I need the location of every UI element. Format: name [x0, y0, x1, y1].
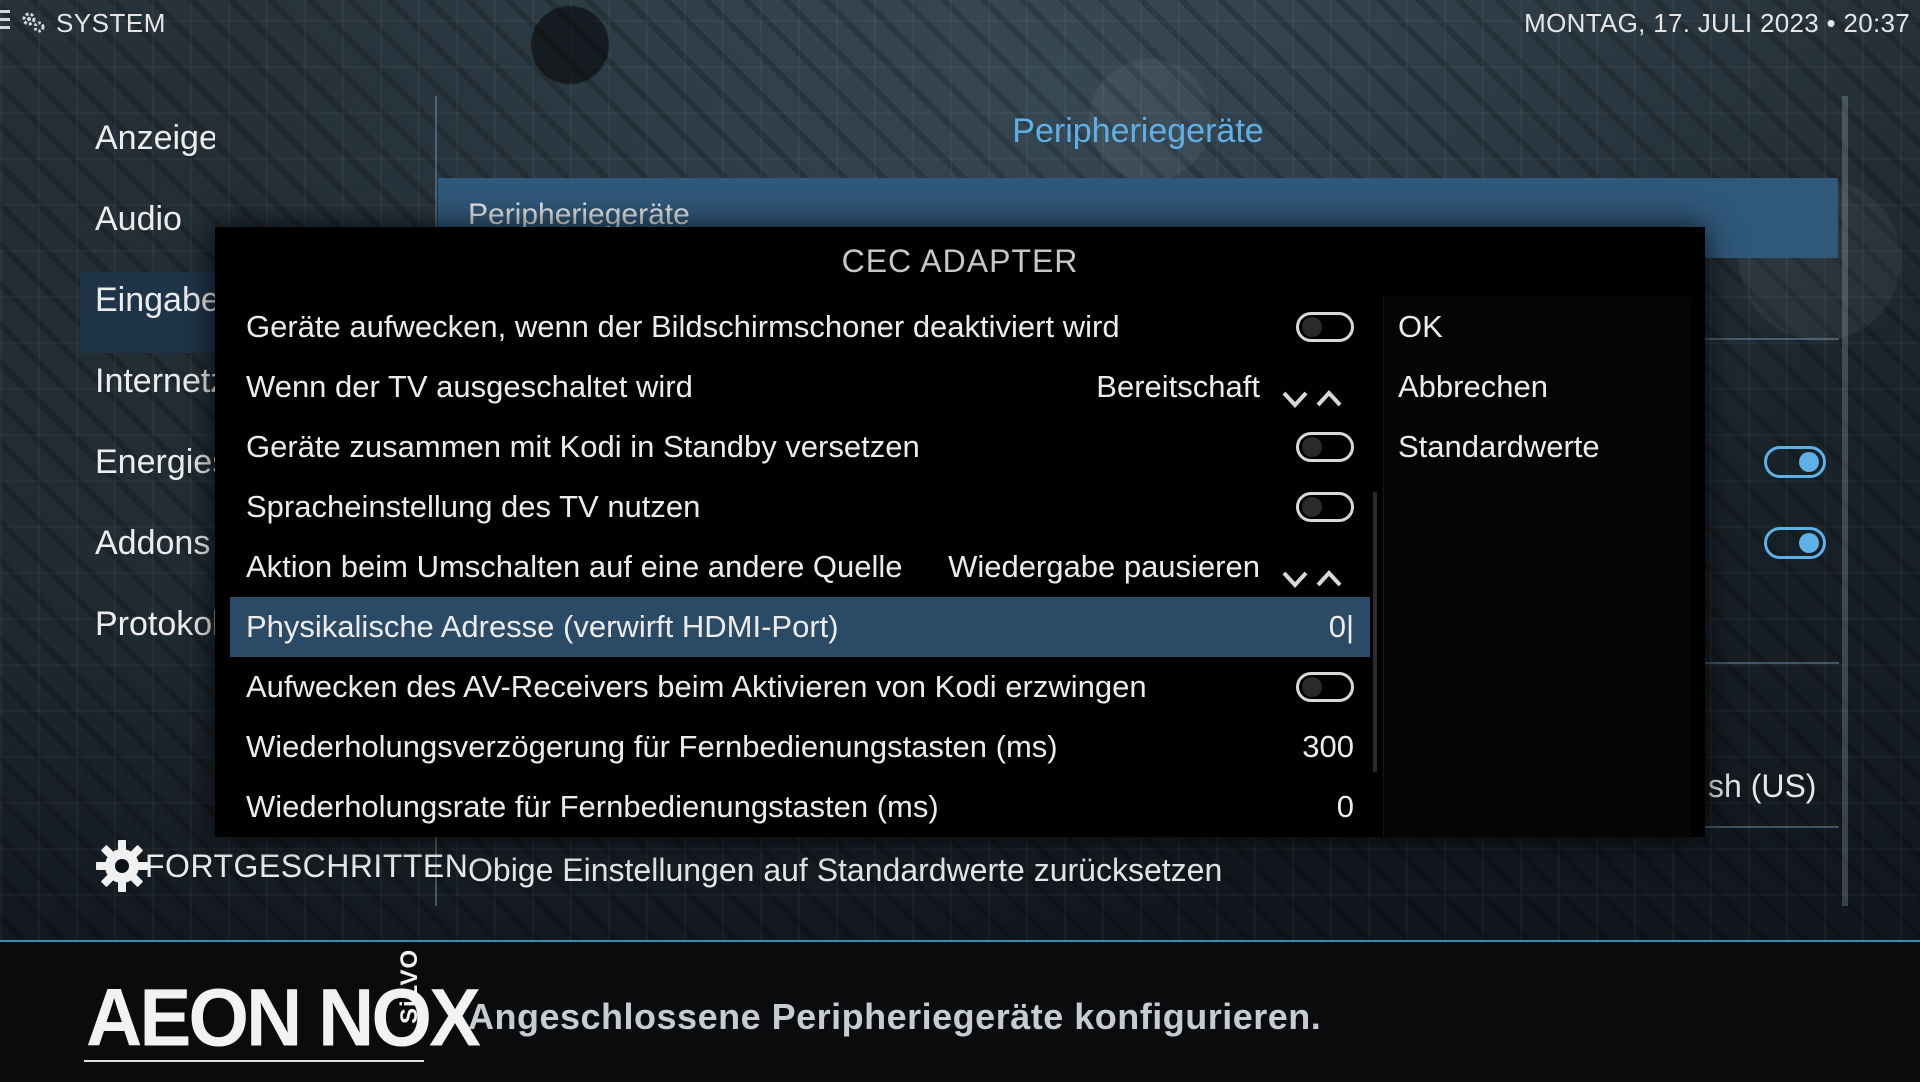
- reset-defaults-item[interactable]: Obige Einstellungen auf Standardwerte zu…: [468, 852, 1222, 889]
- footer: AEON NOX SiLVO Angeschlossene Peripherie…: [0, 940, 1920, 1082]
- divider: [1705, 338, 1839, 340]
- setting-label: Spracheinstellung des TV nutzen: [246, 489, 701, 524]
- toggle-on[interactable]: [1764, 527, 1826, 559]
- setting-label: Wiederholungsrate für Fernbedienungstast…: [246, 789, 939, 824]
- setting-label: Physikalische Adresse (verwirft HDMI-Por…: [246, 609, 839, 644]
- setting-standby-with-kodi[interactable]: Geräte zusammen mit Kodi in Standby vers…: [230, 417, 1370, 477]
- toggle-off[interactable]: [1296, 432, 1354, 462]
- logo-underline: [84, 1060, 424, 1062]
- toggle-off[interactable]: [1296, 312, 1354, 342]
- keyboard-layout-value: sh (US): [1708, 768, 1817, 804]
- menu-icon[interactable]: [0, 10, 10, 32]
- dialog-title: CEC ADAPTER: [841, 243, 1079, 279]
- setting-label: Aufwecken des AV-Receivers beim Aktivier…: [246, 669, 1147, 704]
- setting-source-switch-action[interactable]: Aktion beim Umschalten auf eine andere Q…: [230, 537, 1370, 597]
- item-description: Angeschlossene Peripheriegeräte konfigur…: [468, 996, 1322, 1037]
- setting-label: Wiederholungsverzögerung für Fernbedienu…: [246, 729, 1058, 764]
- sidebar-item-audio[interactable]: Audio: [80, 191, 215, 272]
- setting-label: Geräte aufwecken, wenn der Bildschirmsch…: [246, 309, 1120, 344]
- setting-physical-address[interactable]: Physikalische Adresse (verwirft HDMI-Por…: [230, 597, 1370, 657]
- setting-force-av-receiver-wake[interactable]: Aufwecken des AV-Receivers beim Aktivier…: [230, 657, 1370, 717]
- gear-icon[interactable]: [94, 838, 150, 894]
- sidebar-item-eingabe[interactable]: Eingabe: [80, 272, 215, 353]
- setting-wake-on-screensaver[interactable]: Geräte aufwecken, wenn der Bildschirmsch…: [230, 297, 1370, 357]
- defaults-button[interactable]: Standardwerte: [1384, 417, 1691, 477]
- chevron-down-icon[interactable]: [1280, 553, 1310, 588]
- setting-label: Geräte zusammen mit Kodi in Standby vers…: [246, 429, 920, 464]
- sidebar-item-energie[interactable]: Energies: [80, 434, 215, 515]
- settings-list: Geräte aufwecken, wenn der Bildschirmsch…: [230, 297, 1370, 837]
- cancel-button[interactable]: Abbrechen: [1384, 357, 1691, 417]
- setting-value: Bereitschaft: [1096, 369, 1260, 404]
- advanced-level-label[interactable]: FORTGESCHRITTEN: [145, 848, 468, 885]
- system-gears-icon: [22, 12, 45, 33]
- toggle-off[interactable]: [1296, 672, 1354, 702]
- skin-logo-sub: SiLVO: [396, 948, 423, 1024]
- chevron-up-icon[interactable]: [1314, 553, 1344, 587]
- dialog-scrollbar[interactable]: [1373, 492, 1377, 772]
- page-title: Peripheriegeräte: [1012, 112, 1264, 150]
- setting-tv-off-action[interactable]: Wenn der TV ausgeschaltet wird Bereitsch…: [230, 357, 1370, 417]
- setting-use-tv-language[interactable]: Spracheinstellung des TV nutzen: [230, 477, 1370, 537]
- datetime: MONTAG, 17. JULI 2023 • 20:37: [1524, 8, 1910, 38]
- spinner[interactable]: [1276, 373, 1354, 408]
- scrollbar[interactable]: [1842, 96, 1848, 906]
- sidebar-item-internet[interactable]: Internetz: [80, 353, 215, 434]
- setting-value: 0: [1336, 789, 1354, 824]
- window-title: SYSTEM: [56, 8, 166, 38]
- setting-label: Aktion beim Umschalten auf eine andere Q…: [246, 549, 903, 584]
- divider: [1705, 826, 1839, 828]
- sidebar: Anzeige Audio Eingabe Internetz Energies…: [80, 110, 215, 677]
- setting-remote-repeat-delay[interactable]: Wiederholungsverzögerung für Fernbedienu…: [230, 717, 1370, 777]
- cec-adapter-dialog: CEC ADAPTER Geräte aufwecken, wenn der B…: [215, 227, 1705, 837]
- toggle-on[interactable]: [1764, 446, 1826, 478]
- ok-button[interactable]: OK: [1384, 297, 1691, 357]
- setting-value: Wiedergabe pausieren: [948, 549, 1260, 584]
- dialog-button-panel: OK Abbrechen Standardwerte: [1383, 297, 1691, 837]
- chevron-down-icon[interactable]: [1280, 373, 1310, 408]
- setting-value: 300: [1302, 729, 1354, 764]
- divider: [1705, 662, 1839, 664]
- chevron-up-icon[interactable]: [1314, 373, 1344, 407]
- setting-remote-repeat-rate[interactable]: Wiederholungsrate für Fernbedienungstast…: [230, 777, 1370, 837]
- setting-label: Wenn der TV ausgeschaltet wird: [246, 369, 693, 404]
- sidebar-item-anzeige[interactable]: Anzeige: [80, 110, 215, 191]
- sidebar-item-protokoll[interactable]: Protokol: [80, 596, 215, 677]
- top-bar: SYSTEM MONTAG, 17. JULI 2023 • 20:37: [0, 0, 1920, 44]
- spinner[interactable]: [1276, 553, 1354, 588]
- sidebar-item-addons[interactable]: Addons: [80, 515, 215, 596]
- physical-address-input[interactable]: 0|: [1329, 597, 1354, 657]
- toggle-off[interactable]: [1296, 492, 1354, 522]
